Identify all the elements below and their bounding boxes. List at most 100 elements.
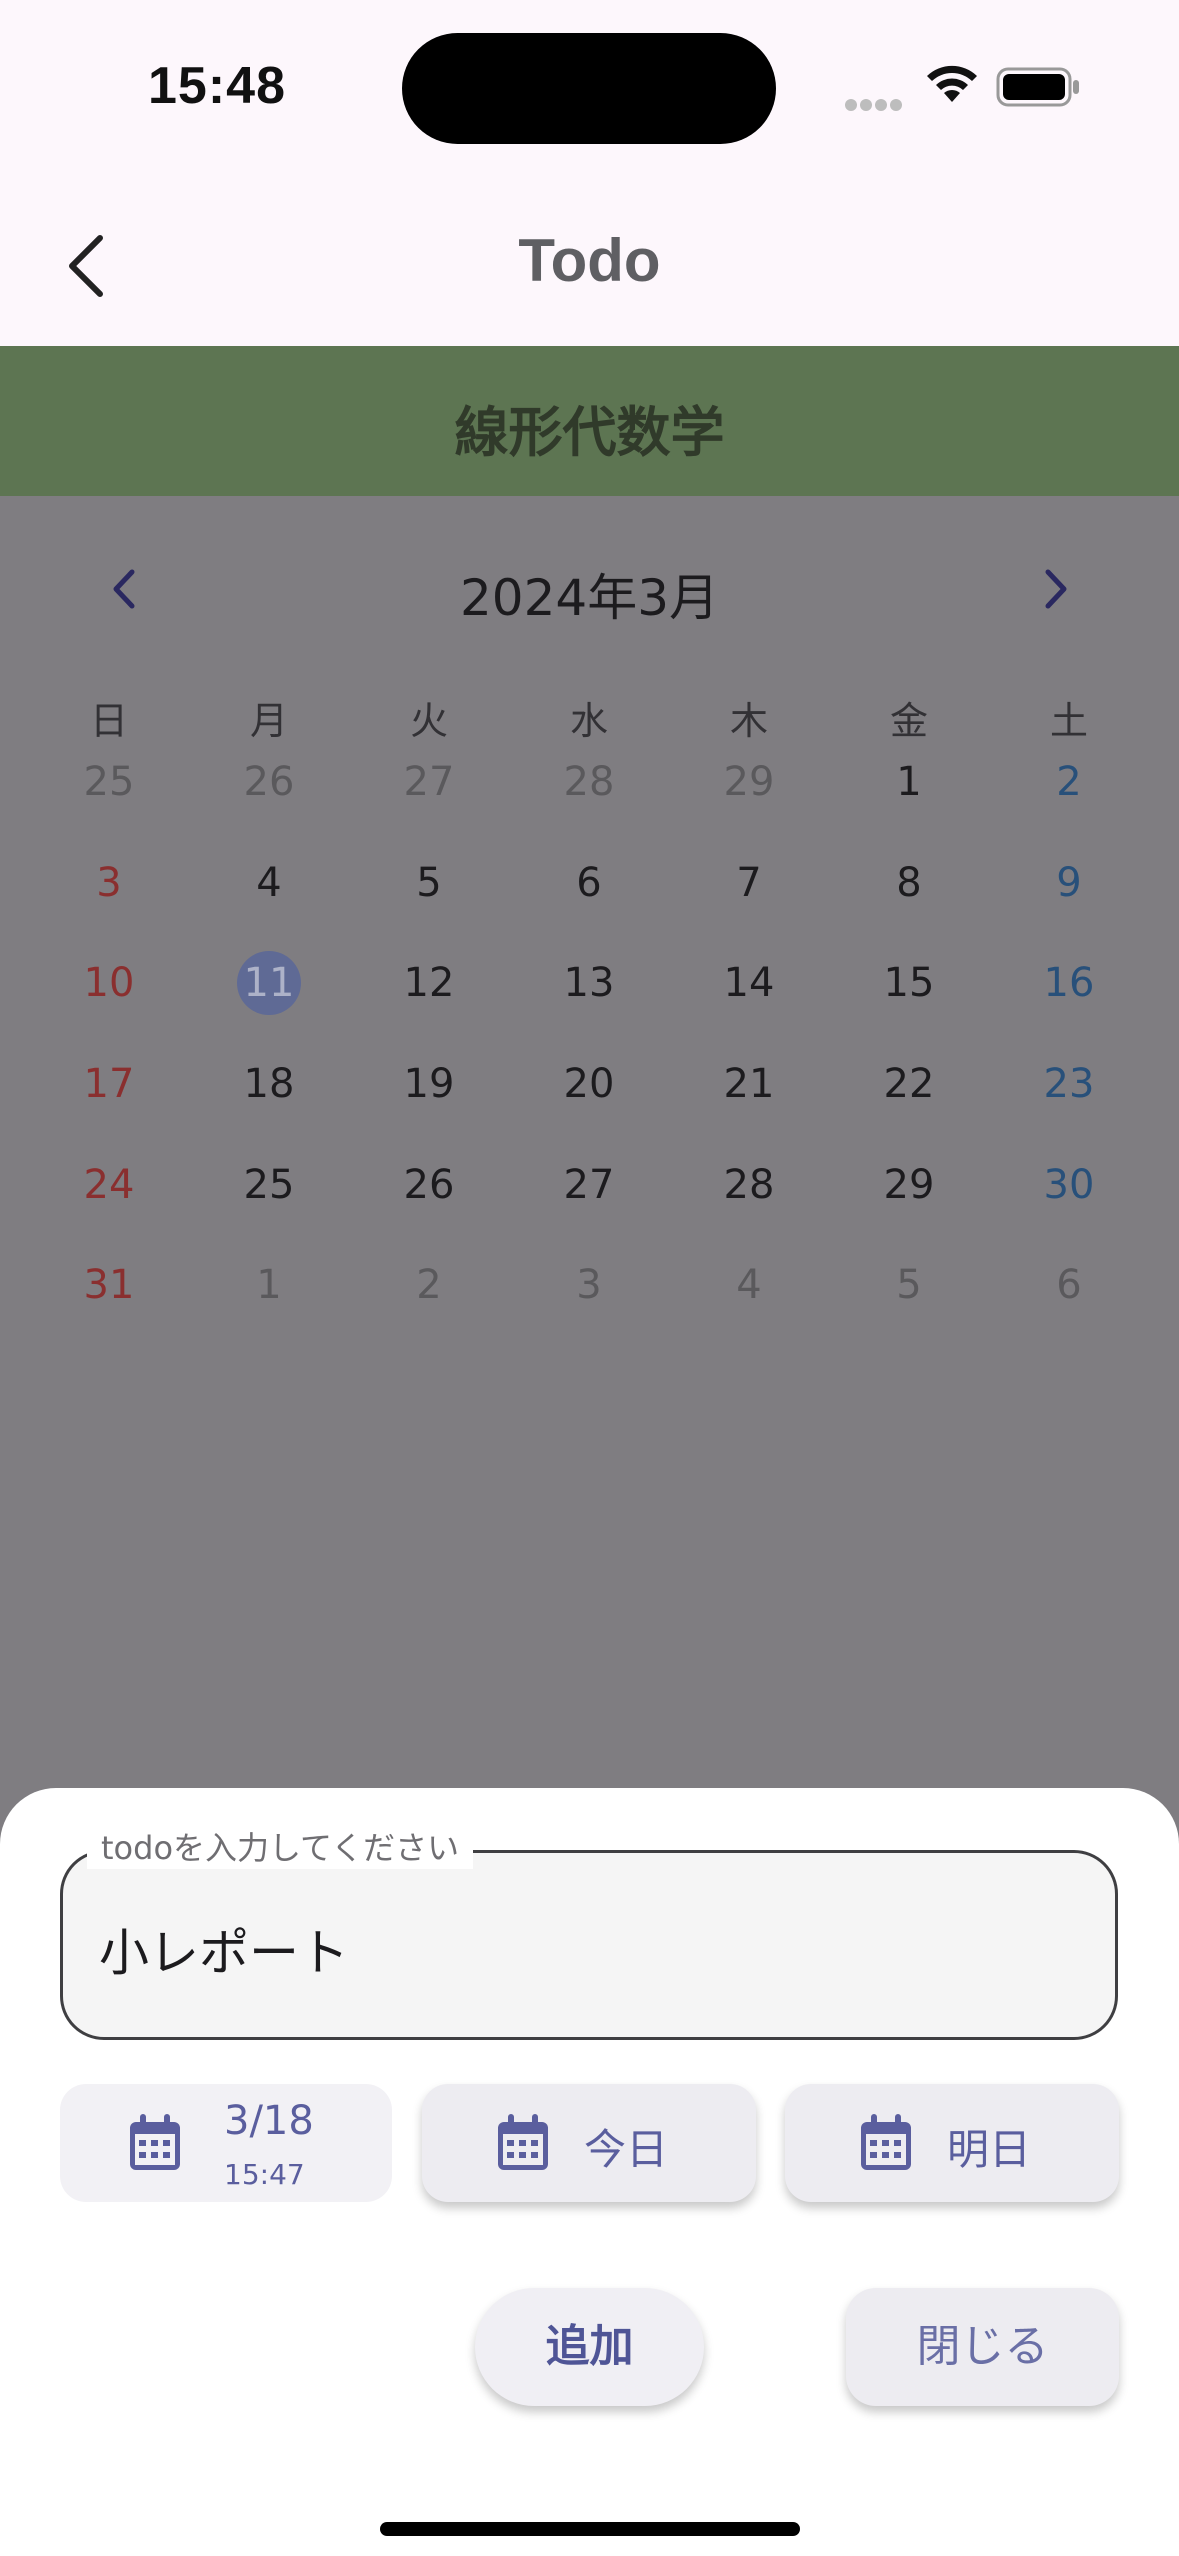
- calendar-day[interactable]: 15: [829, 947, 989, 1048]
- calendar-day[interactable]: 28: [669, 1149, 829, 1250]
- calendar-day[interactable]: 31: [29, 1249, 189, 1350]
- calendar-month-label: 2024年3月: [459, 569, 720, 627]
- calendar-day[interactable]: 14: [669, 947, 829, 1048]
- calendar-day[interactable]: 9: [989, 847, 1149, 948]
- calendar-day-number: 13: [563, 960, 615, 1007]
- calendar-day[interactable]: 23: [989, 1048, 1149, 1149]
- calendar-day[interactable]: 12: [349, 947, 509, 1048]
- calendar-day-number: 2: [1056, 759, 1082, 805]
- calendar-day[interactable]: 4: [189, 847, 349, 948]
- calendar-day[interactable]: 3: [509, 1249, 669, 1350]
- calendar-day-number: 21: [723, 1061, 775, 1108]
- calendar-day[interactable]: 5: [349, 847, 509, 948]
- calendar-day-number: 26: [243, 759, 295, 805]
- calendar-day[interactable]: 17: [29, 1048, 189, 1149]
- add-button[interactable]: 追加: [475, 2288, 704, 2406]
- todo-input-label: todoを入力してください: [87, 1823, 474, 1869]
- calendar-day-number: 14: [723, 960, 775, 1007]
- calendar-day[interactable]: 6: [509, 847, 669, 948]
- calendar-day-number: 4: [736, 1262, 762, 1309]
- calendar-day-number: 6: [576, 859, 602, 906]
- calendar-day[interactable]: 22: [829, 1048, 989, 1149]
- calendar-day[interactable]: 2: [349, 1249, 509, 1350]
- calendar-day-number: 10: [83, 960, 135, 1007]
- calendar-day[interactable]: 10: [29, 947, 189, 1048]
- weekday-label: 木: [729, 699, 768, 743]
- calendar-icon: [861, 2114, 911, 2170]
- calendar-day-number: 30: [1043, 1161, 1095, 1208]
- calendar-day-number: 5: [896, 1262, 922, 1309]
- calendar-day[interactable]: 2: [989, 746, 1149, 847]
- calendar-day[interactable]: 19: [349, 1048, 509, 1149]
- calendar-day-number: 26: [403, 1161, 455, 1208]
- home-indicator: [380, 2522, 800, 2536]
- today-button-label: 今日: [584, 2125, 669, 2174]
- calendar-day[interactable]: 3: [29, 847, 189, 948]
- calendar: 2024年3月 日月火水木金土 25 26 27 28 29 1 2 3 4 5 6 7 8 9 10 11 1…: [0, 496, 1179, 1796]
- calendar-day-number: 27: [563, 1161, 615, 1208]
- calendar-day[interactable]: 6: [989, 1249, 1149, 1350]
- calendar-day-number: 9: [1056, 859, 1082, 906]
- calendar-day[interactable]: 16: [989, 947, 1149, 1048]
- battery-icon: [996, 67, 1079, 107]
- subject-banner: 線形代数学: [0, 346, 1179, 496]
- calendar-day-number: 3: [576, 1262, 602, 1309]
- calendar-day-number: 12: [403, 960, 455, 1007]
- calendar-day[interactable]: 30: [989, 1149, 1149, 1250]
- calendar-day[interactable]: 21: [669, 1048, 829, 1149]
- calendar-day[interactable]: 4: [669, 1249, 829, 1350]
- calendar-day[interactable]: 24: [29, 1149, 189, 1250]
- app-bar: Todo: [0, 180, 1179, 346]
- calendar-day-number: 8: [896, 859, 922, 906]
- calendar-day[interactable]: 8: [829, 847, 989, 948]
- weekday-label: 月: [249, 699, 288, 743]
- cellular-signal-icon: [845, 96, 905, 111]
- todo-input[interactable]: todoを入力してください 小レポート: [60, 1823, 1118, 2040]
- dynamic-island: [402, 33, 776, 144]
- weekday-header: 日月火水木金土: [29, 690, 1149, 745]
- calendar-day[interactable]: 27: [349, 746, 509, 847]
- calendar-day[interactable]: 27: [509, 1149, 669, 1250]
- calendar-day-number: 1: [256, 1262, 282, 1309]
- calendar-day[interactable]: 7: [669, 847, 829, 948]
- calendar-day-number: 28: [723, 1161, 775, 1208]
- calendar-day[interactable]: 25: [189, 1149, 349, 1250]
- calendar-day-number: 3: [96, 859, 122, 906]
- calendar-day-number: 1: [896, 759, 922, 805]
- calendar-day[interactable]: 26: [349, 1149, 509, 1250]
- calendar-day[interactable]: 25: [29, 746, 189, 847]
- wifi-icon: [927, 65, 977, 102]
- calendar-day-number: 7: [736, 859, 762, 906]
- calendar-day[interactable]: 13: [509, 947, 669, 1048]
- calendar-icon: [498, 2114, 548, 2170]
- calendar-icon: [130, 2114, 180, 2170]
- calendar-day[interactable]: 29: [829, 1149, 989, 1250]
- next-month-icon[interactable]: [1030, 562, 1080, 616]
- calendar-day-number: 25: [83, 759, 135, 805]
- calendar-day[interactable]: 5: [829, 1249, 989, 1350]
- calendar-day-today[interactable]: 11: [189, 947, 349, 1048]
- calendar-day-number: 24: [83, 1161, 135, 1208]
- todo-input-value[interactable]: 小レポート: [99, 1913, 349, 1985]
- tomorrow-button[interactable]: 明日: [785, 2084, 1119, 2202]
- calendar-day[interactable]: 18: [189, 1048, 349, 1149]
- weekday-label: 金: [889, 699, 928, 743]
- subject-title: 線形代数学: [454, 401, 725, 464]
- calendar-day[interactable]: 26: [189, 746, 349, 847]
- weekday-label: 日: [89, 699, 128, 743]
- selected-date: 3/18: [224, 2098, 314, 2144]
- calendar-day[interactable]: 20: [509, 1048, 669, 1149]
- selected-time: 15:47: [224, 2158, 305, 2191]
- calendar-day[interactable]: 1: [829, 746, 989, 847]
- calendar-day-number: 11: [237, 951, 301, 1016]
- date-picker-button[interactable]: 3/18 15:47: [60, 2084, 392, 2202]
- calendar-day[interactable]: 1: [189, 1249, 349, 1350]
- calendar-day-number: 28: [563, 759, 615, 805]
- calendar-day-number: 27: [403, 759, 455, 805]
- calendar-day-number: 6: [1056, 1262, 1082, 1309]
- weekday-label: 水: [569, 699, 608, 743]
- today-button[interactable]: 今日: [422, 2084, 756, 2202]
- close-button[interactable]: 閉じる: [846, 2288, 1119, 2406]
- calendar-day[interactable]: 29: [669, 746, 829, 847]
- calendar-day[interactable]: 28: [509, 746, 669, 847]
